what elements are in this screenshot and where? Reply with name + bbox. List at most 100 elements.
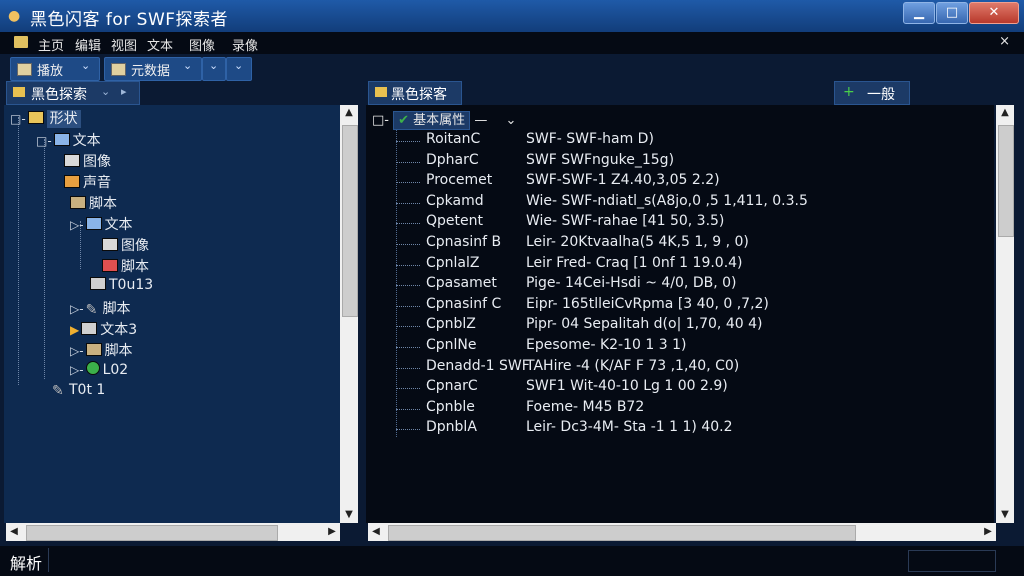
play-dropdown[interactable]: 播放 ⌄ [10,57,100,81]
metadata-dropdown[interactable]: 元数据 ⌄ [104,57,202,81]
tree-expander[interactable]: ▷- [70,218,84,232]
menu-item-home[interactable]: 主页 [38,35,64,54]
tree-expander[interactable]: □- [10,112,26,126]
scroll-thumb[interactable] [998,125,1014,237]
folder-icon[interactable] [14,36,28,48]
tree-node[interactable]: □- 文本 [36,130,101,150]
tree-node[interactable]: T0u13 [90,277,153,293]
chevron-right-icon[interactable]: ▸ [121,85,127,98]
property-row[interactable]: DpnblA Leir- Dc3-4M- Sta -1 1 1) 40.2 [366,419,966,439]
scroll-left-icon[interactable]: ◀ [368,523,384,541]
property-row[interactable]: DpharC SWF SWFnguke_15g) [366,152,966,172]
property-row[interactable]: CpnlNe Epesome- K2-10 1 3 1) [366,337,966,357]
property-row[interactable]: CpnblZ Pipr- 04 Sepalitah d(o| 1,70, 40 4… [366,316,966,336]
tree-expander[interactable]: ▷- [70,302,84,316]
tree-node[interactable]: 图像 [64,151,111,171]
menu-bar: 主页 编辑 视图 文本 图像 录像 × [0,32,1024,54]
property-row[interactable]: Cpnble Foeme- M45 B72 [366,399,966,419]
property-row[interactable]: CpnlalZ Leir Fred- Craq [1 0nf 1 19.0.4) [366,255,966,275]
properties-view[interactable]: □- ✔ 基本属性 — ⌄ RoitanC SWF- SWF-ham D) Dpha… [366,105,994,523]
property-row[interactable]: Qpetent Wie- SWF-rahae [41 50, 3.5) [366,213,966,233]
tree-node[interactable]: ▶ 文本3 [70,319,137,339]
tree-expander[interactable]: ▷- [70,363,84,377]
tree-node[interactable]: ▷- ✎ 脚本 [70,298,131,318]
tree-node[interactable]: 脚本 [70,193,117,213]
tree-guide [396,203,420,204]
property-row[interactable]: RoitanC SWF- SWF-ham D) [366,131,966,151]
scroll-down-icon[interactable]: ▼ [996,507,1014,523]
tree-node[interactable]: 图像 [102,235,149,255]
tree-node-label: 脚本 [121,259,149,275]
tree-node[interactable]: ▷- 文本 [70,214,133,234]
close-window-button[interactable]: ✕ [969,2,1019,24]
tree-node[interactable]: 声音 [64,172,111,192]
tree-horizontal-scrollbar[interactable]: ◀ ▶ [6,523,340,541]
property-row[interactable]: Cpasamet Pige- 14Cei-Hsdi ~ 4/0, DB, 0) [366,275,966,295]
scroll-thumb[interactable] [388,525,856,541]
chevron-down-icon[interactable]: ⌄ [505,113,516,128]
properties-horizontal-scrollbar[interactable]: ◀ ▶ [368,523,996,541]
pen-icon: ✎ [52,383,64,399]
tree-expander[interactable]: □- [372,113,389,128]
scroll-up-icon[interactable]: ▲ [996,105,1014,121]
properties-root-node[interactable]: □- ✔ 基本属性 — ⌄ [372,109,516,130]
chevron-down-icon[interactable]: ⌄ [101,85,110,98]
scroll-thumb[interactable] [26,525,278,541]
scroll-left-icon[interactable]: ◀ [6,523,22,541]
property-row[interactable]: CpnarC SWF1 Wit-40-10 Lg 1 00 2.9) [366,378,966,398]
property-row[interactable]: Cpnasinf C Eipr- 165tlleiCvRpma [3 40, 0 … [366,296,966,316]
tree-expander[interactable]: ▷- [70,344,84,358]
tree-node[interactable]: □- 形状 [10,108,81,128]
tree-node-label: 脚本 [89,196,117,212]
scroll-thumb[interactable] [342,125,358,317]
tree-node[interactable]: ▷- 脚本 [70,340,133,360]
menu-item-view[interactable]: 视图 [111,35,137,54]
properties-tab-label: 黑色探客 [391,87,447,103]
general-button[interactable]: + 一般 [834,81,910,105]
tree-guide [44,139,45,379]
scroll-right-icon[interactable]: ▶ [980,523,996,541]
minimize-button[interactable]: ▁ [903,2,935,24]
scroll-right-icon[interactable]: ▶ [324,523,340,541]
properties-vertical-scrollbar[interactable]: ▲ ▼ [996,105,1014,523]
toolbar-extra-dropdown-1[interactable]: ⌄ [202,57,226,81]
toolbar-extra-dropdown-2[interactable]: ⌄ [226,57,252,81]
folder-icon [375,87,387,97]
menu-close-button[interactable]: × [999,34,1010,49]
tree-node[interactable]: ▷- L02 [70,361,128,378]
property-row[interactable]: Cpkamd Wie- SWF-ndiatl_s(A8jo,0 ,5 1,411,… [366,193,966,213]
tree-node[interactable]: 脚本 [102,256,149,276]
metadata-icon [111,63,126,76]
tree-guide [396,409,420,410]
tree-view[interactable]: □- 形状 □- 文本 图像 声音 脚本 ▷- 文本 图像 脚本 T0u13 ▷- ✎ 脚… [4,105,340,523]
properties-tab[interactable]: 黑色探客 [368,81,462,105]
property-name: CpnlalZ [426,255,480,271]
property-row[interactable]: Denadd-1 SWF TAHire -4 (K/AF F 73 ,1,40, … [366,358,966,378]
maximize-button[interactable]: □ [936,2,968,24]
menu-item-edit[interactable]: 编辑 [75,35,101,54]
property-value: Wie- SWF-ndiatl_s(A8jo,0 ,5 1,411, 0.3.5 [526,193,808,209]
menu-item-video[interactable]: 录像 [232,35,258,54]
property-value: TAHire -4 (K/AF F 73 ,1,40, C0) [526,358,740,374]
folder-icon [27,111,44,124]
tree-guide [396,162,420,163]
property-row[interactable]: Procemet SWF-SWF-1 Z4.40,3,05 2.2) [366,172,966,192]
app-logo-icon: ● [8,8,21,24]
property-name: Qpetent [426,213,483,229]
folder-open-icon [85,217,102,230]
property-value: Foeme- M45 B72 [526,399,645,415]
tree-node-label: L02 [102,362,129,378]
property-row[interactable]: Cpnasinf B Leir- 20Ktvaalha(5 4K,5 1, 9 ,… [366,234,966,254]
tree-node-label: 文本3 [100,322,138,338]
image-icon [102,238,118,251]
explorer-tab[interactable]: 黑色探索 ⌄ ▸ [6,81,140,105]
scroll-down-icon[interactable]: ▼ [340,507,358,523]
tree-guide [396,141,420,142]
menu-item-image[interactable]: 图像 [189,35,215,54]
menu-item-text[interactable]: 文本 [147,35,173,54]
tree-expander[interactable]: □- [36,134,52,148]
tree-vertical-scrollbar[interactable]: ▲ ▼ [340,105,358,523]
tree-node[interactable]: ✎ T0t 1 [52,382,105,399]
play-arrow-icon[interactable]: ▶ [70,323,79,337]
scroll-up-icon[interactable]: ▲ [340,105,358,121]
